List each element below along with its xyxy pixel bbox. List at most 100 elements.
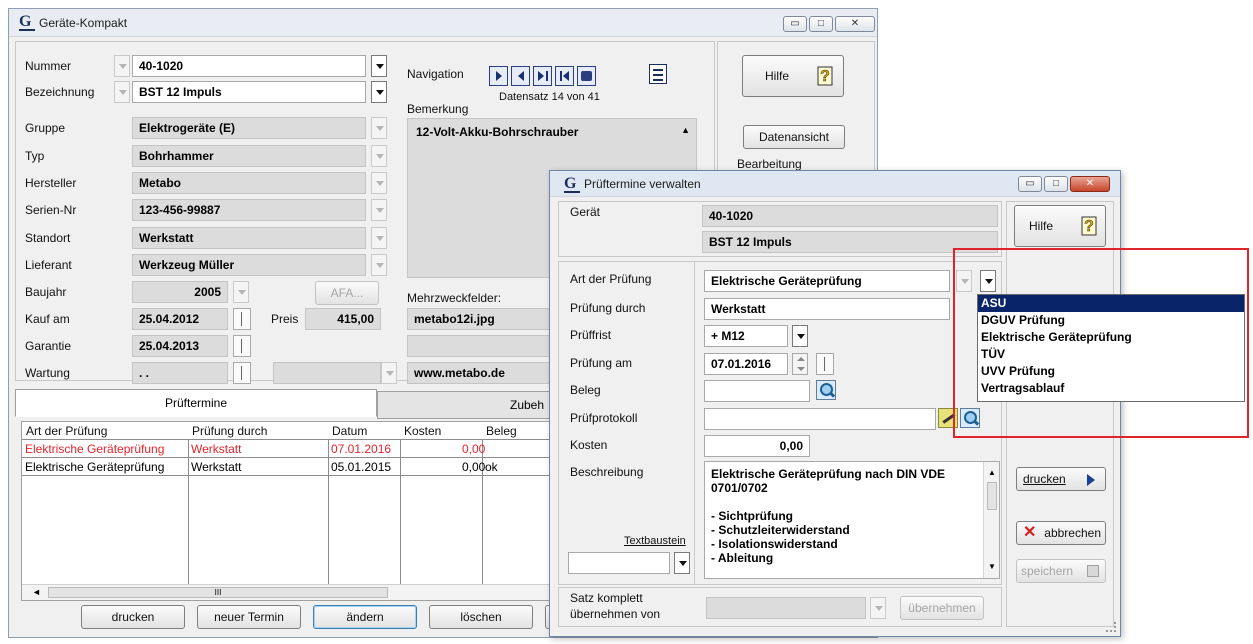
protokoll-field[interactable]: [704, 408, 936, 430]
kauf-field[interactable]: 25.04.2012: [132, 308, 228, 330]
maximize-icon[interactable]: □: [809, 16, 833, 32]
typ-dropdown[interactable]: [371, 145, 387, 167]
satz-dropdown[interactable]: [870, 597, 886, 619]
durch-field[interactable]: Werkstatt: [704, 298, 950, 320]
textbaustein-link[interactable]: Textbaustein: [624, 535, 686, 547]
standort-dropdown[interactable]: [371, 227, 387, 249]
preis-field[interactable]: 415,00: [305, 308, 381, 330]
neuer-termin-button[interactable]: neuer Termin: [197, 605, 301, 629]
dialog-drucken-label: drucken: [1023, 472, 1066, 486]
dialog-close-icon[interactable]: ✕: [1070, 176, 1110, 192]
frist-field[interactable]: + M12: [704, 325, 788, 347]
header-art[interactable]: Art der Prüfung: [26, 424, 107, 438]
header-datum[interactable]: Datum: [332, 424, 367, 438]
afa-button[interactable]: AFA...: [315, 281, 379, 305]
label-geraet: Gerät: [570, 205, 601, 219]
hersteller-field[interactable]: Metabo: [132, 172, 366, 194]
drucken-button[interactable]: drucken: [81, 605, 185, 629]
frist-dropdown[interactable]: [792, 325, 808, 347]
beschreibung-line: - Schutzleiterwiderstand: [711, 523, 850, 537]
table-row[interactable]: Elektrische Geräteprüfung Werkstatt 05.0…: [22, 459, 560, 476]
prueftermine-table[interactable]: Art der Prüfung Prüfung durch Datum Kost…: [21, 421, 561, 601]
kauf-calendar-icon[interactable]: [233, 308, 251, 330]
nav-first-icon[interactable]: [555, 66, 574, 86]
beleg-search-icon[interactable]: [816, 380, 836, 400]
scroll-thumb[interactable]: III: [48, 587, 388, 598]
beschreibung-scrollbar[interactable]: ▲ ▼: [983, 462, 999, 578]
serien-field[interactable]: 123-456-99887: [132, 199, 366, 221]
dialog-minimize-icon[interactable]: ▭: [1018, 176, 1042, 192]
textbaustein-field[interactable]: [568, 552, 670, 574]
am-spinner[interactable]: [792, 353, 808, 375]
wartung-calendar-icon[interactable]: [233, 362, 251, 384]
mehrzweck-field-3[interactable]: www.metabo.de: [407, 362, 557, 384]
scroll-down-icon[interactable]: ▼: [988, 560, 996, 574]
typ-field[interactable]: Bohrhammer: [132, 145, 366, 167]
bezeichnung-dropdown[interactable]: [371, 81, 387, 103]
beleg-field[interactable]: [704, 380, 810, 402]
cell-art: Elektrische Geräteprüfung: [25, 460, 165, 474]
mehrzweck-field-1[interactable]: metabo12i.jpg: [407, 308, 557, 330]
header-beleg[interactable]: Beleg: [486, 424, 517, 438]
lieferant-dropdown[interactable]: [371, 254, 387, 276]
table-row[interactable]: Elektrische Geräteprüfung Werkstatt 07.0…: [22, 441, 560, 458]
nav-search-icon[interactable]: [577, 66, 596, 86]
nav-last-icon[interactable]: [533, 66, 552, 86]
gruppe-field[interactable]: Elektrogeräte (E): [132, 117, 366, 139]
wartung-extra-field[interactable]: [273, 362, 381, 384]
art-field[interactable]: Elektrische Geräteprüfung: [704, 270, 950, 292]
dialog-drucken-button[interactable]: drucken: [1016, 467, 1106, 491]
loeschen-button[interactable]: löschen: [429, 605, 533, 629]
serien-dropdown[interactable]: [371, 199, 387, 221]
satz-field[interactable]: [706, 597, 866, 619]
aendern-button[interactable]: ändern: [313, 605, 417, 629]
hersteller-dropdown[interactable]: [371, 172, 387, 194]
resize-grip-icon[interactable]: [1106, 622, 1116, 632]
header-durch[interactable]: Prüfung durch: [192, 424, 267, 438]
baujahr-field[interactable]: 2005: [132, 281, 228, 303]
table-hscrollbar[interactable]: ◄ III: [22, 584, 560, 600]
dialog-maximize-icon[interactable]: □: [1044, 176, 1068, 192]
am-field[interactable]: 07.01.2016: [704, 353, 788, 375]
bemerkung-scroll-up-icon[interactable]: ▲: [681, 125, 690, 135]
scroll-up-icon[interactable]: ▲: [988, 466, 996, 480]
baujahr-dropdown[interactable]: [233, 281, 249, 303]
svg-text:?: ?: [1084, 218, 1094, 235]
cell-kosten: 0,00: [462, 442, 486, 456]
garantie-calendar-icon[interactable]: [233, 335, 251, 357]
bezeichnung-field[interactable]: BST 12 Impuls: [132, 81, 366, 103]
uebernehmen-button[interactable]: übernehmen: [900, 596, 984, 620]
details-icon[interactable]: [649, 64, 667, 84]
scroll-left-icon[interactable]: ◄: [32, 587, 41, 597]
label-lieferant: Lieferant: [25, 258, 72, 272]
beschreibung-memo[interactable]: Elektrische Geräteprüfung nach DIN VDE 0…: [704, 461, 1000, 579]
label-preis: Preis: [271, 312, 299, 326]
nav-prev-icon[interactable]: [511, 66, 530, 86]
nummer-field[interactable]: 40-1020: [132, 55, 366, 77]
close-icon[interactable]: ✕: [835, 16, 875, 32]
datenansicht-button[interactable]: Datenansicht: [743, 125, 845, 149]
tab-prueftermine[interactable]: Prüftermine: [15, 389, 377, 417]
mehrzweck-field-2[interactable]: [407, 335, 557, 357]
gruppe-dropdown[interactable]: [371, 117, 387, 139]
lieferant-field[interactable]: Werkzeug Müller: [132, 254, 366, 276]
save-disk-icon: [1087, 565, 1099, 577]
dialog-hilfe-label: Hilfe: [1029, 219, 1054, 233]
wartung-field[interactable]: . .: [132, 362, 228, 384]
minimize-icon[interactable]: ▭: [783, 16, 807, 32]
textbaustein-dropdown[interactable]: [674, 552, 690, 574]
am-calendar-icon[interactable]: [816, 353, 834, 375]
scroll-thumb[interactable]: [987, 482, 997, 510]
header-kosten[interactable]: Kosten: [404, 424, 441, 438]
standort-field[interactable]: Werkstatt: [132, 227, 366, 249]
nummer-dropdown[interactable]: [371, 55, 387, 77]
speichern-button[interactable]: speichern: [1016, 559, 1106, 583]
label-frist: Prüffrist: [570, 328, 612, 342]
wartung-extra-dropdown[interactable]: [381, 362, 397, 384]
nav-next-icon[interactable]: [489, 66, 508, 86]
kosten-field[interactable]: 0,00: [704, 435, 810, 457]
garantie-field[interactable]: 25.04.2013: [132, 335, 228, 357]
play-icon: [1087, 474, 1095, 486]
label-protokoll: Prüfprotokoll: [570, 411, 638, 425]
abbrechen-button[interactable]: ✕ abbrechen: [1016, 521, 1106, 545]
